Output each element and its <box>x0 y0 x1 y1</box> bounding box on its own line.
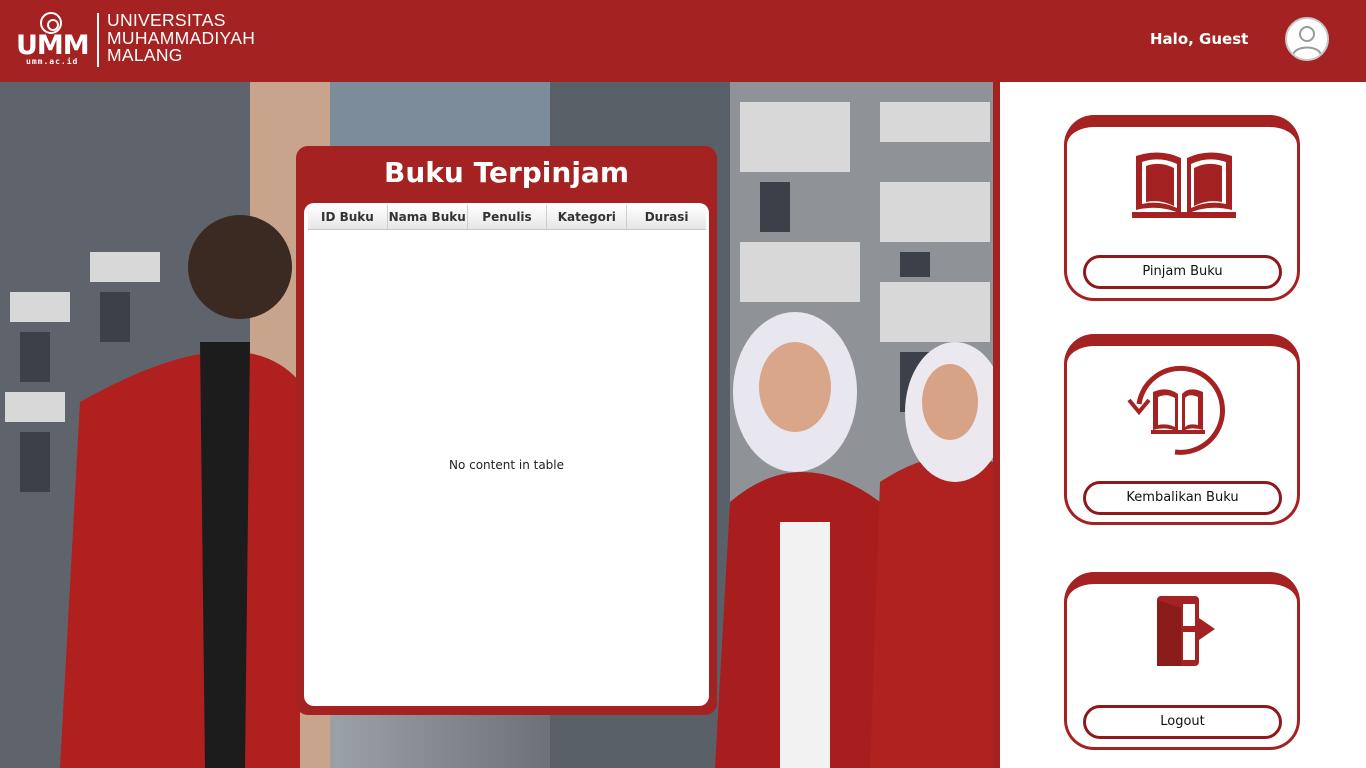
table-header: ID Buku Nama Buku Penulis Kategori Duras… <box>308 205 706 230</box>
umm-logo: UMM umm.ac.id UNIVERSITAS MUHAMMADIYAH M… <box>16 10 276 70</box>
logo-line-3: MALANG <box>107 45 183 65</box>
borrowed-books-panel: Buku Terpinjam ID Buku Nama Buku Penulis… <box>296 146 717 715</box>
menu-card-pinjam-buku[interactable]: Pinjam Buku <box>1064 115 1300 301</box>
logout-door-icon <box>1157 596 1215 666</box>
column-header-nama[interactable]: Nama Buku <box>388 205 468 229</box>
greeting-text: Halo, Guest <box>1150 30 1249 48</box>
logo-university-name: UNIVERSITAS MUHAMMADIYAH MALANG <box>107 10 255 65</box>
logo-line-1: UNIVERSITAS <box>107 10 226 30</box>
logo-domain: umm.ac.id <box>26 57 79 66</box>
pinjam-buku-button[interactable]: Pinjam Buku <box>1083 255 1282 289</box>
logo-divider <box>97 13 99 67</box>
logout-button[interactable]: Logout <box>1083 705 1282 739</box>
avatar-silhouette <box>1292 26 1322 56</box>
table-empty-message: No content in table <box>448 458 565 472</box>
menu-card-logout[interactable]: Logout <box>1064 572 1300 750</box>
content-divider <box>993 82 1000 768</box>
kembalikan-buku-button[interactable]: Kembalikan Buku <box>1083 481 1282 515</box>
umm-logo-mark: UMM umm.ac.id <box>16 10 92 70</box>
open-book-icon <box>1132 152 1236 218</box>
column-header-id[interactable]: ID Buku <box>308 205 388 229</box>
menu-card-kembalikan-buku[interactable]: Kembalikan Buku <box>1064 334 1300 525</box>
borrowed-books-table[interactable]: ID Buku Nama Buku Penulis Kategori Duras… <box>304 203 709 706</box>
column-header-penulis[interactable]: Penulis <box>468 205 548 229</box>
column-header-durasi[interactable]: Durasi <box>627 205 706 229</box>
panel-title: Buku Terpinjam <box>384 156 629 189</box>
top-header: UMM umm.ac.id UNIVERSITAS MUHAMMADIYAH M… <box>0 0 1366 82</box>
column-header-kategori[interactable]: Kategori <box>547 205 628 229</box>
user-avatar-icon[interactable] <box>1285 17 1329 61</box>
return-book-icon <box>1127 365 1225 455</box>
